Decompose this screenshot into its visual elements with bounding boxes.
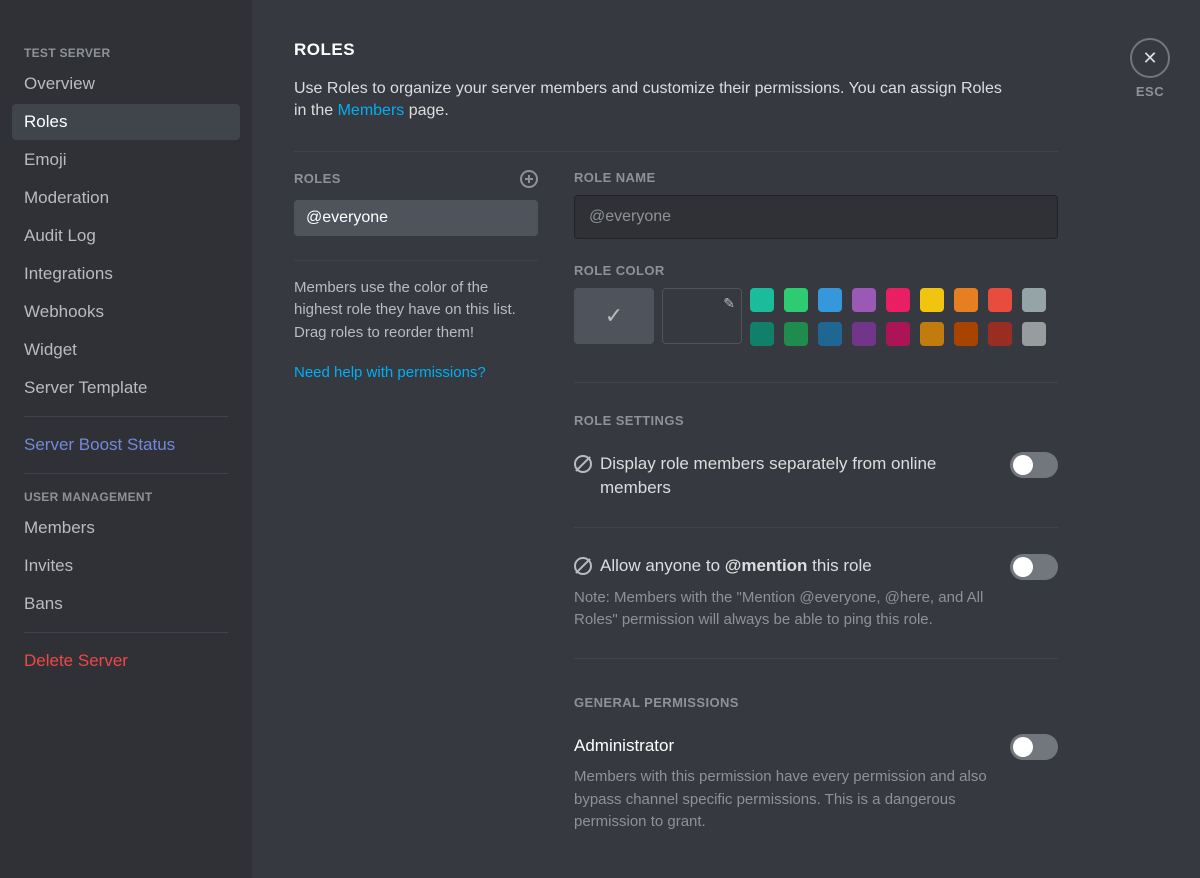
- sidebar-item-server-template[interactable]: Server Template: [12, 370, 240, 406]
- close-button[interactable]: ✕: [1130, 38, 1170, 78]
- check-icon: ✓: [605, 303, 623, 329]
- desc-text-b: page.: [404, 102, 448, 119]
- role-editor-column: ROLE NAME @everyone ROLE COLOR ✓ ✎: [574, 170, 1058, 874]
- sidebar-item-delete-server[interactable]: Delete Server: [12, 643, 240, 679]
- role-name-input[interactable]: @everyone: [574, 195, 1058, 239]
- setting-allow-mention: Allow anyone to @mention this role Note:…: [574, 554, 1058, 632]
- esc-label: ESC: [1130, 84, 1170, 99]
- prohibit-icon: [574, 455, 592, 473]
- color-swatch-grid: [750, 288, 1046, 346]
- permissions-help-link[interactable]: Need help with permissions?: [294, 364, 486, 381]
- role-item-everyone[interactable]: @everyone: [294, 200, 538, 236]
- color-swatch[interactable]: [988, 288, 1012, 312]
- color-swatch[interactable]: [954, 288, 978, 312]
- setting-divider: [574, 527, 1058, 528]
- color-swatch[interactable]: [750, 288, 774, 312]
- color-default-swatch[interactable]: ✓: [574, 288, 654, 344]
- prohibit-icon: [574, 557, 592, 575]
- sidebar-item-webhooks[interactable]: Webhooks: [12, 294, 240, 330]
- color-swatch[interactable]: [818, 322, 842, 346]
- setting-display-separately: Display role members separately from onl…: [574, 452, 1058, 501]
- roles-list-divider: [294, 260, 538, 261]
- role-color-label: ROLE COLOR: [574, 263, 1058, 278]
- sidebar-divider: [24, 473, 228, 474]
- color-swatch[interactable]: [920, 288, 944, 312]
- setting-label: Display role members separately from onl…: [600, 452, 994, 501]
- color-swatch[interactable]: [750, 322, 774, 346]
- roles-list-header: ROLES: [294, 171, 341, 186]
- general-permissions-header: GENERAL PERMISSIONS: [574, 695, 1058, 710]
- permission-administrator: Administrator Members with this permissi…: [574, 734, 1058, 834]
- setting-label: Allow anyone to @mention this role: [600, 554, 872, 579]
- section-divider: [574, 382, 1058, 383]
- sidebar-divider: [24, 416, 228, 417]
- sidebar-item-invites[interactable]: Invites: [12, 548, 240, 584]
- sidebar-item-integrations[interactable]: Integrations: [12, 256, 240, 292]
- sidebar-item-emoji[interactable]: Emoji: [12, 142, 240, 178]
- sidebar-item-boost-status[interactable]: Server Boost Status: [12, 427, 240, 463]
- sidebar-item-roles[interactable]: Roles: [12, 104, 240, 140]
- members-link[interactable]: Members: [338, 102, 405, 119]
- color-swatch[interactable]: [852, 322, 876, 346]
- color-swatch[interactable]: [988, 322, 1012, 346]
- color-swatch[interactable]: [818, 288, 842, 312]
- section-divider: [294, 151, 1058, 152]
- color-swatch[interactable]: [886, 288, 910, 312]
- close-area: ✕ ESC: [1130, 38, 1170, 99]
- color-swatch[interactable]: [886, 322, 910, 346]
- sidebar-item-audit-log[interactable]: Audit Log: [12, 218, 240, 254]
- close-icon: ✕: [1142, 48, 1157, 69]
- pencil-icon: ✎: [723, 295, 735, 312]
- setting-note: Note: Members with the "Mention @everyon…: [574, 587, 994, 632]
- role-name-label: ROLE NAME: [574, 170, 1058, 185]
- setting-divider: [574, 658, 1058, 659]
- main-content: ✕ ESC ROLES Use Roles to organize your s…: [252, 0, 1200, 878]
- user-management-header: USER MANAGEMENT: [12, 484, 240, 510]
- sidebar-divider: [24, 632, 228, 633]
- color-custom-swatch[interactable]: ✎: [662, 288, 742, 344]
- page-title: ROLES: [294, 40, 1158, 60]
- color-swatch[interactable]: [852, 288, 876, 312]
- color-swatch[interactable]: [920, 322, 944, 346]
- color-swatch[interactable]: [954, 322, 978, 346]
- permission-title: Administrator: [574, 734, 994, 759]
- color-swatch[interactable]: [1022, 322, 1046, 346]
- color-swatch[interactable]: [784, 322, 808, 346]
- toggle-display-separately[interactable]: [1010, 452, 1058, 478]
- sidebar-item-overview[interactable]: Overview: [12, 66, 240, 102]
- sidebar-item-moderation[interactable]: Moderation: [12, 180, 240, 216]
- page-description: Use Roles to organize your server member…: [294, 78, 1014, 123]
- role-settings-header: ROLE SETTINGS: [574, 413, 1058, 428]
- toggle-allow-mention[interactable]: [1010, 554, 1058, 580]
- sidebar-item-bans[interactable]: Bans: [12, 586, 240, 622]
- color-swatch[interactable]: [784, 288, 808, 312]
- roles-hint-text: Members use the color of the highest rol…: [294, 277, 538, 345]
- color-swatch[interactable]: [1022, 288, 1046, 312]
- toggle-administrator[interactable]: [1010, 734, 1058, 760]
- permission-description: Members with this permission have every …: [574, 766, 994, 834]
- add-role-button[interactable]: [520, 170, 538, 188]
- roles-list-column: ROLES @everyone Members use the color of…: [294, 170, 538, 874]
- sidebar: TEST SERVER Overview Roles Emoji Moderat…: [0, 0, 252, 878]
- server-name-header: TEST SERVER: [12, 40, 240, 66]
- sidebar-item-widget[interactable]: Widget: [12, 332, 240, 368]
- sidebar-item-members[interactable]: Members: [12, 510, 240, 546]
